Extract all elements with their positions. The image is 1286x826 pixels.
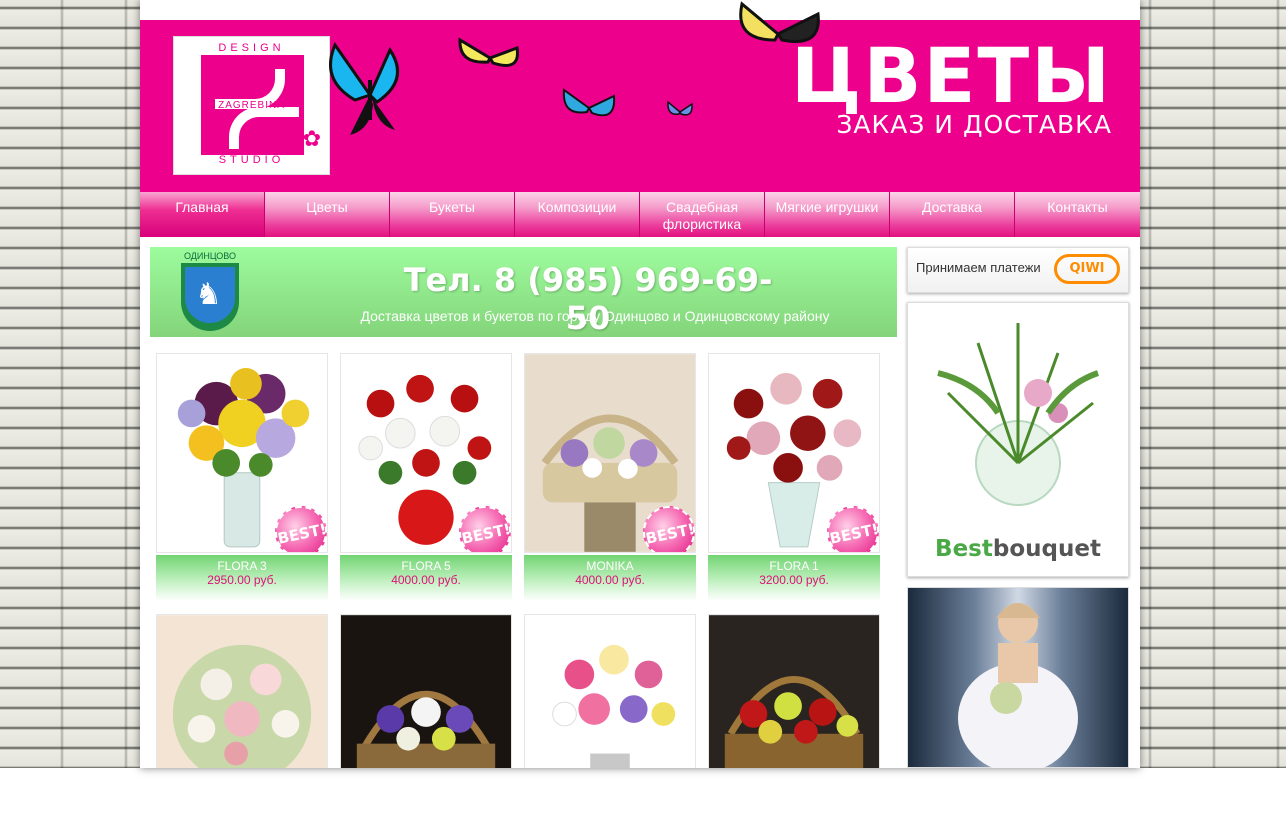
product-image[interactable] [156, 614, 328, 768]
bouquet-image [525, 615, 695, 768]
nav-item-home[interactable]: Главная [140, 192, 265, 237]
product-caption: FLORA 3 2950.00 руб. [156, 555, 328, 601]
nav-item-flowers[interactable]: Цветы [265, 192, 390, 237]
product-card[interactable]: BEST! FLORA 1 3200.00 руб. [708, 353, 880, 601]
blue-butterfly-icon [329, 41, 399, 135]
payments-text: Принимаем платежи [916, 260, 1041, 275]
bride-ad[interactable] [907, 587, 1129, 768]
bouquet-image [709, 615, 879, 768]
product-image[interactable] [708, 614, 880, 768]
nav-item-contacts[interactable]: Контакты [1015, 192, 1140, 237]
site-title: ЦВЕТЫ [791, 31, 1112, 120]
logo-bottom-text: STUDIO [218, 154, 285, 166]
nav-item-delivery[interactable]: Доставка [890, 192, 1015, 237]
deer-icon: ♞ [195, 278, 222, 311]
product-card[interactable]: BEST! FLORA 5 4000.00 руб. [340, 353, 512, 601]
brand-part-2: bouquet [992, 536, 1101, 562]
brand-part-1: Best [935, 536, 993, 562]
product-card[interactable]: BEST! FLORA 3 2950.00 руб. [156, 353, 328, 601]
product-image[interactable]: BEST! [524, 353, 696, 553]
main-nav: Главная Цветы Букеты Композиции Свадебна… [140, 192, 1140, 237]
product-card[interactable] [708, 614, 880, 768]
coat-of-arms: ОДИНЦОВО ♞ [180, 251, 240, 333]
product-name[interactable]: FLORA 5 [340, 559, 512, 573]
logo-top-text: DESIGN [218, 42, 285, 54]
product-card[interactable] [340, 614, 512, 768]
product-card[interactable] [524, 614, 696, 768]
coat-of-arms-label: ОДИНЦОВО [183, 251, 237, 261]
bride-image [958, 603, 1078, 768]
product-image[interactable] [340, 614, 512, 768]
product-name[interactable]: MONIKA [524, 559, 696, 573]
tiny-butterfly-icon [667, 100, 693, 116]
bouquet-image [341, 615, 511, 768]
nav-item-wedding[interactable]: Свадебная флористика [640, 192, 765, 237]
product-card[interactable]: BEST! MONIKA 4000.00 руб. [524, 353, 696, 601]
site-logo[interactable]: DESIGN ZAGREBINA ✿ STUDIO [173, 36, 330, 175]
yellow-butterfly-icon [458, 37, 519, 67]
contact-banner: ОДИНЦОВО ♞ Тел. 8 (985) 969-69-50 Достав… [150, 247, 897, 337]
site-subtitle: ЗАКАЗ И ДОСТАВКА [836, 110, 1112, 139]
product-card[interactable] [156, 614, 328, 768]
product-caption: MONIKA 4000.00 руб. [524, 555, 696, 601]
site-header: DESIGN ZAGREBINA ✿ STUDIO ЦВЕТЫ ЗАКАЗ И … [140, 0, 1140, 192]
flower-vase-image [937, 323, 1100, 506]
product-image[interactable]: BEST! [708, 353, 880, 553]
product-price: 4000.00 руб. [575, 573, 645, 587]
delivery-text: Доставка цветов и букетов по городу Один… [360, 308, 830, 324]
product-price: 3200.00 руб. [759, 573, 829, 587]
nav-item-soft-toys[interactable]: Мягкие игрушки [765, 192, 890, 237]
bestbouquet-logo: Bestbouquet [908, 536, 1128, 562]
shield-icon: ♞ [181, 263, 239, 331]
product-image[interactable] [524, 614, 696, 768]
qiwi-payments-banner[interactable]: Принимаем платежи QIWI [907, 247, 1129, 293]
product-name[interactable]: FLORA 1 [708, 559, 880, 573]
product-name[interactable]: FLORA 3 [156, 559, 328, 573]
nav-item-compositions[interactable]: Композиции [515, 192, 640, 237]
product-caption: FLORA 5 4000.00 руб. [340, 555, 512, 601]
nav-item-bouquets[interactable]: Букеты [390, 192, 515, 237]
page-bottom-band [0, 768, 1286, 826]
product-image[interactable]: BEST! [156, 353, 328, 553]
product-price: 2950.00 руб. [207, 573, 277, 587]
page-container: DESIGN ZAGREBINA ✿ STUDIO ЦВЕТЫ ЗАКАЗ И … [140, 0, 1140, 768]
product-image[interactable]: BEST! [340, 353, 512, 553]
phone-number: Тел. 8 (985) 969-69-50 [403, 261, 773, 337]
product-price: 4000.00 руб. [391, 573, 461, 587]
logo-middle-text: ZAGREBINA [218, 100, 285, 111]
small-blue-butterfly-icon [562, 88, 616, 117]
bouquet-image [157, 615, 327, 768]
bestbouquet-ad[interactable]: Bestbouquet [907, 302, 1129, 577]
qiwi-logo-icon: QIWI [1054, 254, 1120, 284]
product-caption: FLORA 1 3200.00 руб. [708, 555, 880, 601]
